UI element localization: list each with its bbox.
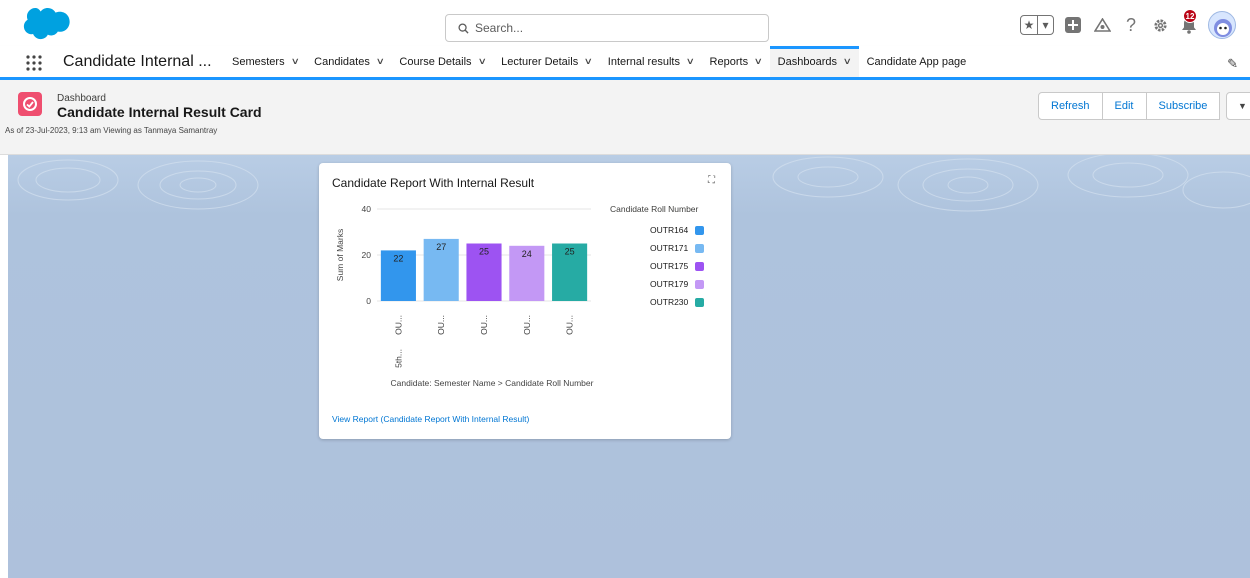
legend-label: OUTR171 [650,243,689,253]
nav-item-label: Lecturer Details [501,55,579,68]
x-tick-label: OU... [522,315,532,335]
nav-item-dashboards[interactable]: Dashboards ∨ [769,46,859,77]
dashboard-actions: Refresh Edit Subscribe ▼ [1038,92,1250,120]
x-tick-label: OU... [436,315,446,335]
page-title: Candidate Internal Result Card [57,104,262,120]
y-tick-label: 40 [362,204,372,214]
search-icon [458,22,469,34]
dashboard-type-label: Dashboard [57,93,106,104]
legend-label: OUTR175 [650,261,689,271]
bar-value-label: 22 [393,253,403,263]
star-icon[interactable]: ★ [1021,16,1037,34]
nav-item-lecturer-details[interactable]: Lecturer Details ∨ [493,46,600,77]
chevron-down-icon[interactable]: ∨ [584,56,593,67]
legend-item[interactable]: OUTR175 [650,261,705,271]
legend-item[interactable]: OUTR164 [650,225,705,235]
chevron-down-icon[interactable]: ∨ [754,56,763,67]
chevron-down-icon[interactable]: ∨ [686,56,695,67]
bar-value-label: 24 [522,249,532,259]
global-create-icon[interactable] [1063,15,1083,35]
nav-item-course-details[interactable]: Course Details ∨ [391,46,493,77]
nav-item-label: Course Details [399,55,472,68]
nav-item-internal-results[interactable]: Internal results ∨ [600,46,702,77]
refresh-button[interactable]: Refresh [1038,92,1103,120]
chevron-down-icon[interactable]: ∨ [376,56,385,67]
legend-label: OUTR164 [650,225,689,235]
legend-item[interactable]: OUTR230 [650,297,705,307]
legend-swatch [695,225,705,235]
app-name: Candidate Internal ... [63,53,212,70]
edit-nav-pencil-icon[interactable]: ✎ [1227,56,1238,72]
header-actions: ★ ▾ ? 12 [1020,9,1236,40]
bar-value-label: 25 [565,247,575,257]
chevron-down-icon[interactable]: ∨ [843,56,852,67]
nav-item-semesters[interactable]: Semesters ∨ [224,46,306,77]
bar-value-label: 27 [436,242,446,252]
x-tick-label: OU... [565,315,575,335]
nav-item-label: Internal results [607,55,680,68]
dashboard-gauge-icon [18,92,42,116]
chevron-down-icon[interactable]: ▾ [1037,16,1053,34]
nav-item-label: Reports [709,55,749,68]
trailhead-icon[interactable] [1092,15,1112,35]
dashboard-subtitle: As of 23-Jul-2023, 9:13 am Viewing as Ta… [5,126,218,135]
nav-item-reports[interactable]: Reports ∨ [702,46,770,77]
legend-label: OUTR179 [650,279,689,289]
nav-item-label: Candidate App page [866,55,967,68]
user-avatar[interactable] [1208,11,1236,39]
nav-item-candidate-app-page[interactable]: Candidate App page [859,46,975,77]
x-axis-title: Candidate: Semester Name > Candidate Rol… [390,378,594,388]
x-tick-label: OU... [393,315,403,335]
notification-badge: 12 [1183,9,1197,23]
nav-item-label: Dashboards [777,55,837,68]
x-tick-label: OU... [479,315,489,335]
legend-title: Candidate Roll Number [610,204,699,214]
legend-label: OUTR230 [650,297,689,307]
nav-tabs: Semesters ∨ Candidates ∨ Course Details ∨ L… [224,46,974,77]
app-navigation-bar: Candidate Internal ... Semesters ∨ Candid… [0,46,1250,80]
app-launcher-icon[interactable] [26,55,42,71]
gear-icon[interactable] [1150,15,1170,35]
caret-down-icon: ▼ [1237,101,1247,111]
dashboard-header: Dashboard Candidate Internal Result Card… [0,80,1250,155]
y-tick-label: 20 [362,250,372,260]
chevron-down-icon[interactable]: ∨ [290,56,299,67]
legend-swatch [695,261,705,271]
favorites-group: ★ ▾ [1020,15,1054,35]
x-group-label: 5th... [393,349,403,368]
subscribe-button[interactable]: Subscribe [1145,92,1221,120]
salesforce-logo[interactable] [23,8,71,40]
nav-item-label: Semesters [232,55,285,68]
legend-swatch [695,297,705,307]
dashboard-chart-card: Candidate Report With Internal Result ⛶ … [319,163,731,439]
help-icon[interactable]: ? [1121,15,1141,35]
legend-swatch [695,243,705,253]
notifications-bell-icon[interactable]: 12 [1179,9,1199,35]
y-tick-label: 0 [366,296,371,306]
chevron-down-icon[interactable]: ∨ [477,56,486,67]
view-report-link[interactable]: View Report (Candidate Report With Inter… [332,414,529,424]
y-axis-title: Sum of Marks [335,229,345,281]
search-placeholder: Search... [475,21,524,35]
global-header: Search... ★ ▾ ? 12 [0,0,1250,46]
bar-value-label: 25 [479,247,489,257]
edit-button[interactable]: Edit [1101,92,1147,120]
legend-item[interactable]: OUTR179 [650,279,705,289]
legend-item[interactable]: OUTR171 [650,243,705,253]
nav-item-label: Candidates [314,55,370,68]
more-actions-dropdown[interactable]: ▼ [1226,92,1250,120]
global-search[interactable]: Search... [445,14,769,42]
nav-item-candidates[interactable]: Candidates ∨ [306,46,391,77]
legend-swatch [695,279,705,289]
salesforce-app: Search... ★ ▾ ? 12 Candidate Internal ..… [0,0,1250,578]
